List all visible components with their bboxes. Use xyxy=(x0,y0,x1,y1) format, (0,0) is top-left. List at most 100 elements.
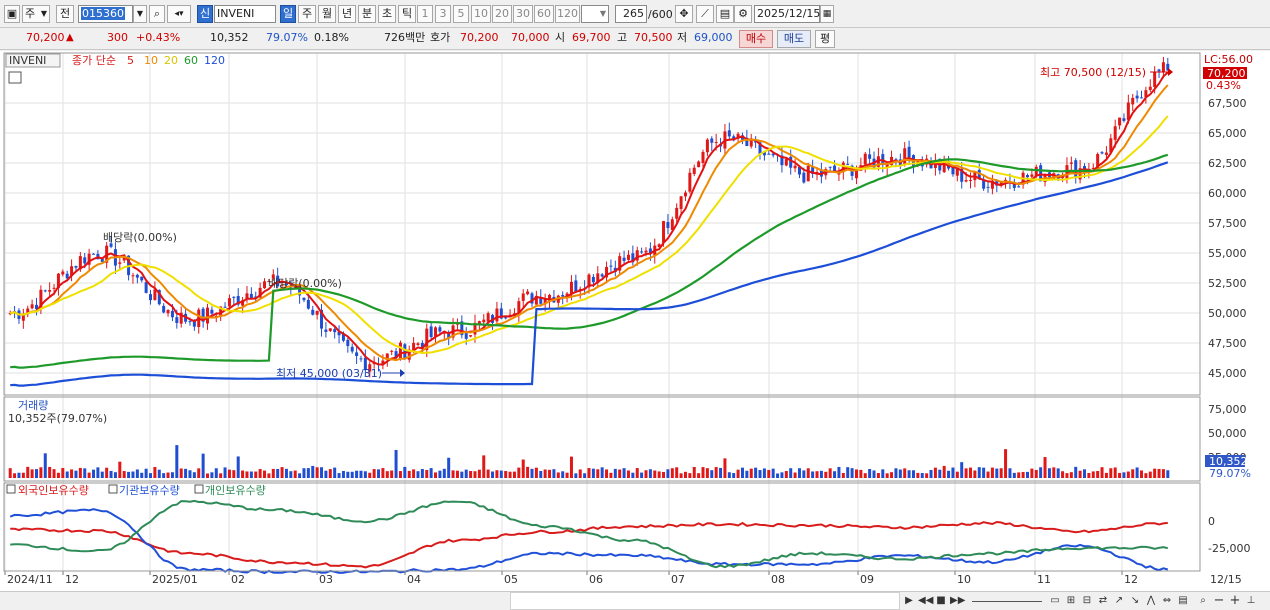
volume-bar xyxy=(530,468,534,478)
zoom-slider[interactable] xyxy=(972,601,1042,602)
gear-icon[interactable]: ⚙ xyxy=(734,5,752,23)
volume-bar xyxy=(714,467,718,478)
price-change: 300 xyxy=(107,31,128,44)
interval-60[interactable]: 60 xyxy=(534,5,554,23)
stop-icon[interactable]: ■ xyxy=(934,594,948,608)
grid-icon[interactable]: ⊞ xyxy=(1064,594,1078,608)
custom-interval-input[interactable]: ▼ xyxy=(581,5,609,23)
volume-bar xyxy=(140,472,144,478)
fast-forward-icon[interactable]: ▶▶ xyxy=(950,594,965,608)
low-label: 저 xyxy=(677,31,688,44)
candle-body xyxy=(302,297,306,301)
holdings-line-2 xyxy=(10,499,1169,569)
draw-line-icon[interactable]: ⟋ xyxy=(696,5,714,23)
period-year[interactable]: 년 xyxy=(338,5,356,23)
window-icon[interactable]: ▭ xyxy=(1048,594,1062,608)
candle-body xyxy=(263,281,267,289)
stock-code-input[interactable]: 015360 xyxy=(78,5,133,23)
high-label: 고 xyxy=(617,31,628,44)
volume-bar xyxy=(214,468,218,478)
prev-button[interactable]: 전 xyxy=(56,5,74,23)
count-max-label: /600 xyxy=(648,8,673,21)
interval-10[interactable]: 10 xyxy=(471,5,491,23)
volume-bar xyxy=(692,466,696,478)
volume-bar xyxy=(885,473,889,478)
period-day[interactable]: 일 xyxy=(280,5,296,23)
trend-down-icon[interactable]: ↘ xyxy=(1128,594,1142,608)
volume-bar xyxy=(223,467,227,478)
interval-5[interactable]: 5 xyxy=(453,5,469,23)
volume-bar xyxy=(135,469,139,478)
rewind-icon[interactable]: ◀◀ xyxy=(918,594,933,608)
date-input[interactable]: 2025/12/15 xyxy=(754,5,820,23)
volume-bar xyxy=(740,467,744,478)
volume-bar xyxy=(1030,468,1034,478)
candle-body xyxy=(140,276,144,281)
stock-name-field[interactable]: INVENI xyxy=(214,5,276,23)
count-input[interactable]: 265 xyxy=(615,5,647,23)
interval-120[interactable]: 120 xyxy=(555,5,580,23)
x-axis-label: 02 xyxy=(231,573,245,586)
interval-20[interactable]: 20 xyxy=(492,5,512,23)
crosshair-icon[interactable]: ✥ xyxy=(675,5,693,23)
volume-bar xyxy=(1109,468,1113,478)
volume-bar xyxy=(1008,468,1012,478)
volume-bar xyxy=(841,472,845,478)
volume-bar xyxy=(486,469,490,478)
table-icon[interactable] xyxy=(8,71,22,84)
period-second[interactable]: 초 xyxy=(378,5,396,23)
volume-bar xyxy=(390,470,394,478)
pattern-icon[interactable]: ⋀ xyxy=(1144,594,1158,608)
zoom-out-icon[interactable]: − xyxy=(1212,594,1226,608)
candle-body xyxy=(521,293,525,301)
save-icon[interactable]: ▤ xyxy=(716,5,734,23)
horizontal-scrollbar[interactable] xyxy=(510,592,900,610)
candle-body xyxy=(223,306,227,308)
sell-button[interactable]: 매도 xyxy=(777,30,811,48)
volume-bar xyxy=(806,468,810,478)
search-icon[interactable]: ⌕ xyxy=(149,5,165,23)
interval-3[interactable]: 3 xyxy=(435,5,451,23)
period-month[interactable]: 월 xyxy=(318,5,336,23)
volume-bar xyxy=(635,468,639,478)
reset-icon[interactable]: ⊥ xyxy=(1244,594,1258,608)
play-icon[interactable]: ▶ xyxy=(902,594,916,608)
zoom-in-icon[interactable]: + xyxy=(1228,594,1242,608)
period-minute[interactable]: 분 xyxy=(358,5,376,23)
interval-30[interactable]: 30 xyxy=(513,5,533,23)
volume-bar xyxy=(324,470,328,478)
eval-button[interactable]: 평 xyxy=(815,30,835,48)
compare-icon[interactable]: ⇄ xyxy=(1096,594,1110,608)
code-dropdown-icon[interactable]: ▼ xyxy=(133,5,147,23)
panel-icon[interactable]: ▤ xyxy=(1176,594,1190,608)
candle-body xyxy=(982,180,986,189)
volume-bar xyxy=(434,472,438,478)
period-week[interactable]: 주 xyxy=(298,5,316,23)
volume-bar xyxy=(736,469,740,478)
volume-bar xyxy=(162,473,166,478)
interval-1[interactable]: 1 xyxy=(417,5,433,23)
buy-button[interactable]: 매수 xyxy=(739,30,773,48)
volume-bar xyxy=(425,470,429,478)
period-tick[interactable]: 틱 xyxy=(398,5,416,23)
zoom-icon[interactable]: ⌕ xyxy=(1196,594,1210,608)
candle-body xyxy=(863,153,867,165)
candle-body xyxy=(306,299,310,309)
layout-icon[interactable]: ▣ xyxy=(4,5,20,23)
trend-icon[interactable]: ↗ xyxy=(1112,594,1126,608)
volume-bar xyxy=(539,470,543,478)
price-tick: 57,500 xyxy=(1208,217,1247,230)
arrows-icon[interactable]: ⇔ xyxy=(1160,594,1174,608)
volume-bar xyxy=(455,470,459,478)
period-select[interactable]: 주 ▼ xyxy=(22,5,50,23)
candle-body xyxy=(1030,174,1034,177)
volume-bar xyxy=(933,467,937,478)
calendar-icon[interactable]: ▦ xyxy=(820,5,834,23)
sound-icon[interactable]: ◂▾ xyxy=(167,5,191,23)
stock-chart[interactable]: INVENI 종가 단순 5 10 20 60 120 67,500 65,000… xyxy=(0,51,1270,591)
split-icon[interactable]: ⊟ xyxy=(1080,594,1094,608)
credit-badge[interactable]: 신 xyxy=(197,5,213,23)
volume-bar xyxy=(644,470,648,478)
volume-bar xyxy=(1153,468,1157,478)
volume-bar xyxy=(727,472,731,478)
